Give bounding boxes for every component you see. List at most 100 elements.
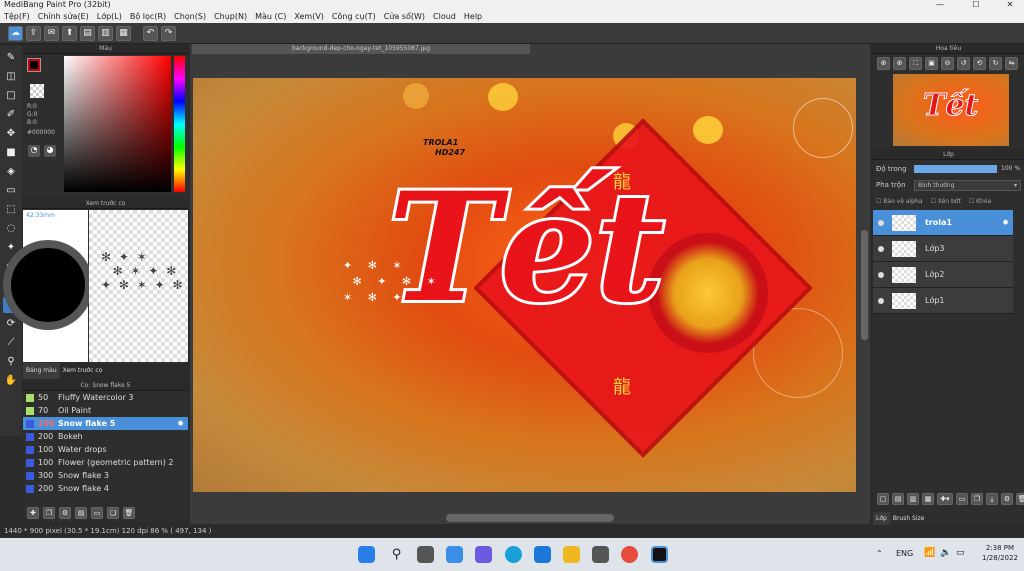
eraser-tool-icon[interactable]: ◫	[3, 69, 19, 85]
clock[interactable]: 2:38 PM 1/28/2022	[982, 543, 1018, 563]
menu-tools[interactable]: Công cụ(T)	[332, 12, 376, 21]
fit-icon[interactable]: ⛶	[909, 57, 922, 70]
brush-folder-icon[interactable]: ▭	[91, 507, 103, 519]
rotate-reset-icon[interactable]: ⟲	[973, 57, 986, 70]
fill-rect-icon[interactable]: ■	[3, 145, 19, 161]
delete-layer-icon[interactable]: 🗑	[1016, 493, 1024, 505]
menu-file[interactable]: Tệp(F)	[4, 12, 30, 21]
zoom-out-icon[interactable]: ⊖	[941, 57, 954, 70]
minimize-icon[interactable]: —	[928, 0, 952, 10]
menu-select[interactable]: Chọn(S)	[174, 12, 206, 21]
vertical-scrollbar[interactable]	[861, 230, 868, 340]
folder-icon[interactable]: ▭	[956, 493, 968, 505]
comment-icon[interactable]: ✉	[44, 25, 59, 41]
actual-size-icon[interactable]: ▣	[925, 57, 938, 70]
dot-tool-icon[interactable]: □	[3, 88, 19, 104]
brush-item[interactable]: 200 Snow flake 4	[23, 482, 188, 495]
new-8bit-layer-icon[interactable]: ▥	[907, 493, 919, 505]
rotate-right-icon[interactable]: ↻	[989, 57, 1002, 70]
chrome-icon[interactable]	[621, 546, 638, 563]
merge-down-icon[interactable]: ⤓	[986, 493, 998, 505]
tab-brush-preview[interactable]: Xem trước cọ	[60, 363, 106, 379]
battery-icon[interactable]: ▭	[956, 548, 965, 558]
visibility-eye-icon[interactable]	[878, 245, 884, 252]
brush-duplicate-icon[interactable]: ❏	[107, 507, 119, 519]
menu-layer[interactable]: Lớp(L)	[97, 12, 122, 21]
brush-add-icon[interactable]: ✚	[27, 507, 39, 519]
tab-color-table[interactable]: Bảng màu	[23, 363, 60, 379]
document-canvas[interactable]: 龍 龍 TROLA1 HD247 Tết ✦ ✻ ✶ ✻ ✦ ✻ ✶ ✶ ✻ ✦	[193, 78, 856, 492]
language-indicator[interactable]: ENG	[896, 549, 913, 558]
protect-alpha-checkbox[interactable]: ☐ Bảo vệ alpha	[876, 198, 922, 205]
horizontal-scrollbar[interactable]	[446, 514, 614, 522]
gear-icon[interactable]: ✹	[1002, 218, 1009, 227]
edge-icon[interactable]	[505, 546, 522, 563]
brush-page-icon[interactable]: ▤	[75, 507, 87, 519]
menu-filter[interactable]: Bộ lọc(R)	[130, 12, 166, 21]
layer-row[interactable]: Lớp1	[873, 288, 1013, 314]
menu-snap[interactable]: Chụp(N)	[214, 12, 247, 21]
cloud-icon[interactable]: ☁	[8, 25, 23, 41]
palette-icon[interactable]: ◔	[28, 145, 40, 157]
transparent-swatch[interactable]	[30, 84, 44, 98]
medibang-icon[interactable]	[651, 546, 668, 563]
bucket-tool-icon[interactable]: ◈	[3, 164, 19, 180]
eyedropper-icon[interactable]: ⚲	[3, 354, 19, 370]
gear-icon[interactable]: ✹	[177, 419, 184, 428]
layer-row[interactable]: Lớp3	[873, 236, 1013, 262]
chat-icon[interactable]	[475, 546, 492, 563]
new-1bit-layer-icon[interactable]: ▦	[922, 493, 934, 505]
select-rect-icon[interactable]: ⬚	[3, 202, 19, 218]
brush-copy-icon[interactable]: ❐	[43, 507, 55, 519]
menu-view[interactable]: Xem(V)	[294, 12, 324, 21]
menu-edit[interactable]: Chỉnh sửa(E)	[38, 12, 89, 21]
brush-item[interactable]: 300 Snow flake 3	[23, 469, 188, 482]
menu-help[interactable]: Help	[464, 12, 482, 21]
grid-icon[interactable]: ▦	[116, 25, 131, 41]
select-pen-icon[interactable]: ✐	[3, 107, 19, 123]
start-icon[interactable]	[358, 546, 375, 563]
widgets-icon[interactable]	[446, 546, 463, 563]
menu-cloud[interactable]: Cloud	[433, 12, 456, 21]
share-icon[interactable]: ⇪	[26, 25, 41, 41]
document-tab[interactable]: background-dep-cho-ngay-tet_105955087.jp…	[192, 44, 530, 54]
new-layer-icon[interactable]: ▢	[877, 493, 889, 505]
zoom-in-icon[interactable]: ⊕	[877, 57, 890, 70]
task-view-icon[interactable]	[417, 546, 434, 563]
visibility-eye-icon[interactable]	[878, 219, 884, 226]
saturation-value-picker[interactable]	[64, 56, 171, 192]
lock-checkbox[interactable]: ☐ Khóa	[969, 198, 991, 205]
page-icon[interactable]: ▤	[80, 25, 95, 41]
flip-icon[interactable]: ⇋	[1005, 57, 1018, 70]
brush-trash-icon[interactable]: 🗑	[123, 507, 135, 519]
divide-tool-icon[interactable]: ⟋	[3, 335, 19, 351]
brush-tool-icon[interactable]: ✎	[3, 50, 19, 66]
tab-layer[interactable]: Lớp	[873, 512, 890, 525]
menu-color[interactable]: Màu (C)	[255, 12, 286, 21]
brush-item[interactable]: 200 Snow flake 5 ✹	[23, 417, 188, 430]
hue-slider[interactable]	[174, 56, 185, 192]
file-explorer-icon[interactable]	[563, 546, 580, 563]
operation-tool-icon[interactable]: ⟳	[3, 316, 19, 332]
opacity-slider[interactable]	[914, 165, 997, 173]
palette-add-icon[interactable]: ◕	[44, 145, 56, 157]
camera-icon[interactable]	[592, 546, 609, 563]
hand-tool-icon[interactable]: ✋	[3, 373, 19, 389]
tab-brush-size[interactable]: Brush Size	[890, 512, 928, 525]
visibility-eye-icon[interactable]	[878, 297, 884, 304]
new-halftone-layer-icon[interactable]: ▤	[892, 493, 904, 505]
brush-item[interactable]: 100 Water drops	[23, 443, 188, 456]
brush-item[interactable]: 100 Flower (geometric pattern) 2	[23, 456, 188, 469]
primary-color-swatch[interactable]	[27, 58, 41, 72]
visibility-eye-icon[interactable]	[878, 271, 884, 278]
wifi-icon[interactable]: 📶	[924, 548, 935, 558]
layer-settings-icon[interactable]: ⚙	[1001, 493, 1013, 505]
brush-item[interactable]: 70 Oil Paint	[23, 404, 188, 417]
add-layer-menu-icon[interactable]: ✚▾	[937, 493, 953, 505]
gradient-tool-icon[interactable]: ▭	[3, 183, 19, 199]
brush-item[interactable]: 50 Fluffy Watercolor 3	[23, 391, 188, 404]
brush-settings-icon[interactable]: ⚙	[59, 507, 71, 519]
maximize-icon[interactable]: ☐	[964, 0, 988, 10]
rotate-left-icon[interactable]: ↺	[957, 57, 970, 70]
mail-icon[interactable]	[534, 546, 551, 563]
